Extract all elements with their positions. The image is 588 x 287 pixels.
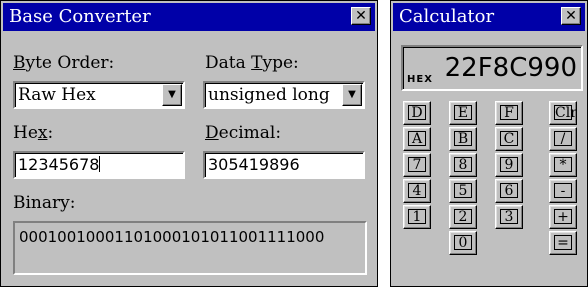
calc-key[interactable]: C	[495, 127, 523, 151]
calc-key-label: 4	[408, 183, 426, 198]
calc-key[interactable]: A	[403, 127, 431, 151]
calc-key-label: *	[554, 157, 572, 172]
calc-key[interactable]: 4	[403, 179, 431, 203]
data-type-select[interactable]: unsigned long ▼	[203, 81, 365, 109]
calc-key[interactable]: E	[449, 101, 477, 125]
calc-key[interactable]: F	[495, 101, 523, 125]
calculator-window: Calculator ✕ HEX 22F8C990 D E F Clr A B C / 7 8 9 *…	[390, 0, 588, 287]
decimal-label: Decimal:	[205, 123, 282, 143]
data-type-value: unsigned long	[208, 85, 330, 105]
close-icon: ✕	[565, 8, 577, 24]
calc-key-label: 1	[408, 209, 426, 224]
calculator-title: Calculator	[399, 6, 495, 27]
calc-key[interactable]: -	[549, 179, 577, 203]
calc-key-label: C	[500, 131, 518, 146]
decimal-value: 305419896	[208, 155, 300, 174]
calc-key[interactable]: *	[549, 153, 577, 177]
calc-key[interactable]: /	[549, 127, 577, 151]
calculator-close-button[interactable]: ✕	[561, 7, 581, 25]
hex-value-text: 12345678	[18, 155, 100, 174]
byte-order-dropdown-button[interactable]: ▼	[162, 84, 182, 106]
byte-order-value: Raw Hex	[18, 85, 96, 105]
calc-key-label: =	[554, 235, 572, 250]
data-type-dropdown-button[interactable]: ▼	[342, 84, 362, 106]
calc-key-label: -	[554, 183, 572, 198]
calc-key-label: +	[554, 209, 572, 224]
calc-key-label: 8	[454, 157, 472, 172]
calc-key-label: D	[408, 105, 426, 120]
calc-key[interactable]: 0	[449, 231, 477, 255]
binary-output[interactable]: 00010010001101000101011001111000	[13, 221, 367, 275]
binary-label: Binary:	[13, 193, 76, 213]
calc-key[interactable]: 3	[495, 205, 523, 229]
calc-key-label: 5	[454, 183, 472, 198]
calc-key-label: 3	[500, 209, 518, 224]
text-caret	[99, 156, 101, 172]
chevron-down-icon: ▼	[168, 89, 176, 100]
calc-key-label: B	[454, 131, 472, 146]
hex-value: 12345678	[18, 155, 101, 175]
calculator-display: HEX 22F8C990	[401, 45, 583, 91]
binary-value: 00010010001101000101011001111000	[19, 228, 325, 246]
base-converter-title: Base Converter	[9, 6, 151, 27]
calc-key[interactable]: Clr	[549, 101, 577, 125]
calc-key[interactable]: 5	[449, 179, 477, 203]
decimal-input[interactable]: 305419896	[203, 151, 365, 179]
calculator-titlebar[interactable]: Calculator ✕	[393, 3, 585, 31]
base-converter-titlebar[interactable]: Base Converter ✕	[3, 3, 375, 31]
calc-key[interactable]: 1	[403, 205, 431, 229]
calc-key-label: Clr	[554, 105, 577, 121]
calc-key-label: /	[554, 131, 572, 146]
close-icon: ✕	[355, 8, 367, 24]
calc-key-label: F	[500, 105, 518, 120]
data-type-label: Data Type:	[205, 53, 299, 73]
byte-order-label: Byte Order:	[13, 53, 115, 73]
byte-order-label-rest: yte Order:	[25, 53, 115, 73]
calc-key[interactable]: D	[403, 101, 431, 125]
calc-key-label: 0	[454, 235, 472, 250]
calc-key-label: 7	[408, 157, 426, 172]
hex-label: Hex:	[13, 123, 54, 143]
calc-key-label: 9	[500, 157, 518, 172]
calc-key-label: 2	[454, 209, 472, 224]
display-value: 22F8C990	[444, 53, 577, 83]
calc-key[interactable]: 2	[449, 205, 477, 229]
calc-key[interactable]: B	[449, 127, 477, 151]
byte-order-select[interactable]: Raw Hex ▼	[13, 81, 185, 109]
calc-key-label: A	[408, 131, 426, 146]
hex-input[interactable]: 12345678	[13, 151, 185, 179]
calc-key[interactable]: +	[549, 205, 577, 229]
calc-key-label: E	[454, 105, 472, 120]
calc-key[interactable]: =	[549, 231, 577, 255]
base-converter-close-button[interactable]: ✕	[351, 7, 371, 25]
calc-key[interactable]: 7	[403, 153, 431, 177]
chevron-down-icon: ▼	[348, 89, 356, 100]
calc-key[interactable]: 6	[495, 179, 523, 203]
mode-indicator: HEX	[407, 74, 433, 85]
calc-key[interactable]: 8	[449, 153, 477, 177]
calc-key-label: 6	[500, 183, 518, 198]
base-converter-window: Base Converter ✕ Byte Order: Raw Hex ▼ D…	[0, 0, 378, 287]
calc-key[interactable]: 9	[495, 153, 523, 177]
